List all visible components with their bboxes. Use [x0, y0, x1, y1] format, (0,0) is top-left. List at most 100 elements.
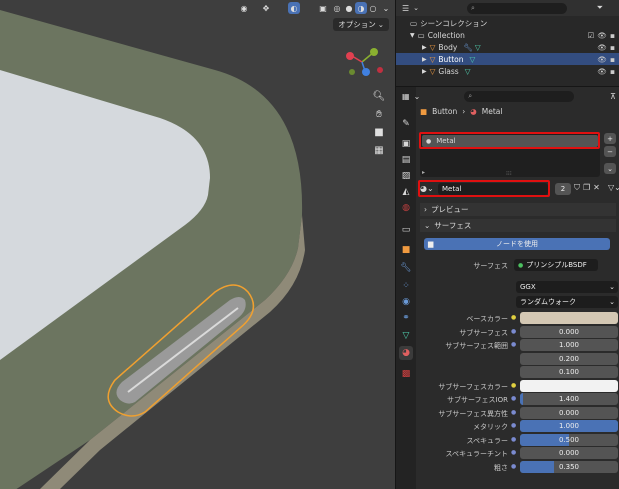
zoom-icon[interactable]: 🔍︎	[372, 89, 386, 103]
use-nodes-button[interactable]: ▆ ノードを使用	[424, 238, 610, 250]
shader-input-field[interactable]	[520, 379, 618, 392]
shader-input-field[interactable]: 0.100	[520, 366, 618, 378]
outliner-item-label: Glass	[438, 66, 459, 76]
expand-icon[interactable]: ▸	[422, 169, 425, 176]
camera-icon[interactable]: ▪	[610, 31, 615, 40]
eye-icon[interactable]: 👁︎	[597, 31, 607, 40]
shader-input-field[interactable]: 1.400	[520, 393, 618, 405]
surface-shader-field[interactable]: ● プリンシプルBSDF	[514, 259, 598, 271]
shader-input-label: メタリック	[473, 423, 508, 431]
shader-input-field[interactable]: 0.000	[520, 406, 618, 419]
socket-dot-icon[interactable]: ●	[511, 436, 516, 443]
remove-slot-button[interactable]: −	[604, 146, 616, 157]
shader-input-field[interactable]: 0.500	[520, 433, 618, 446]
mesh-data-icon: ▽	[469, 54, 476, 64]
subsurface-method-select[interactable]: ランダムウォーク ⌄	[516, 296, 618, 308]
scene-render[interactable]	[0, 0, 395, 489]
shading-solid-icon[interactable]: ●	[343, 2, 355, 14]
tab-particles[interactable]: ⁘	[399, 279, 413, 293]
socket-dot-icon[interactable]: ●	[511, 422, 516, 429]
checkbox-icon[interactable]: ☑	[588, 31, 595, 40]
expand-icon[interactable]: ▶	[422, 44, 427, 51]
camera-icon[interactable]: ▪	[610, 43, 615, 52]
fake-user-shield-icon[interactable]: ⛉	[574, 183, 580, 193]
chevron-down-icon[interactable]: ⌄	[414, 92, 421, 101]
xray-icon[interactable]: ▣	[317, 2, 329, 14]
resize-grip-icon[interactable]: ⁝⁝⁝	[506, 170, 512, 177]
outliner-header: ☰ ⌄ ⌕ ⏷	[396, 0, 619, 16]
camera-icon[interactable]: ▪	[610, 55, 615, 64]
user-count-button[interactable]: 2	[555, 183, 571, 195]
tab-render[interactable]: ▣	[399, 137, 413, 151]
pan-hand-icon[interactable]: ✋︎	[372, 107, 386, 121]
options-button[interactable]: オプション ⌄	[333, 18, 389, 31]
socket-dot-icon[interactable]: ●	[511, 328, 516, 335]
eye-icon[interactable]: 👁︎	[597, 55, 607, 64]
tab-physics[interactable]: ◉	[399, 295, 413, 309]
socket-dot-icon[interactable]: ●	[511, 382, 516, 389]
surface-panel-header[interactable]: ⌄ サーフェス	[420, 219, 616, 232]
shader-input-field[interactable]: 0.200	[520, 352, 618, 365]
tab-world[interactable]: ◍	[399, 201, 413, 215]
slot-specials-button[interactable]: ⌄	[604, 163, 616, 174]
expand-icon[interactable]: ▶	[422, 68, 427, 75]
shader-input-field[interactable]: 0.350	[520, 460, 618, 473]
tab-texture[interactable]: ▩	[399, 367, 413, 381]
outliner-item-button[interactable]: ▶ ▽ Button ▽ 👁︎ ▪	[396, 53, 619, 65]
properties-search-input[interactable]: ⌕	[464, 91, 575, 102]
pin-icon[interactable]: ⊼	[610, 92, 616, 101]
tab-scene[interactable]: ◭	[399, 185, 413, 199]
expand-icon[interactable]: ▼	[410, 32, 415, 39]
tab-collection[interactable]: ▭	[399, 223, 413, 237]
unlink-close-icon[interactable]: ✕	[593, 183, 600, 193]
navigation-gizmo[interactable]	[342, 42, 388, 80]
outliner-item-body[interactable]: ▶ ▽ Body 🔧︎ ▽ 👁︎ ▪	[396, 41, 619, 53]
socket-dot-icon[interactable]: ●	[511, 341, 516, 348]
shading-rendered-icon[interactable]: ○	[367, 2, 379, 14]
expand-icon[interactable]: ▶	[422, 56, 427, 63]
grid-toggle-icon[interactable]: ▦	[372, 143, 386, 157]
filter-icon[interactable]: ⏷	[597, 3, 603, 13]
scene-collection-row[interactable]: ▭ シーンコレクション	[396, 17, 619, 29]
shading-wireframe-icon[interactable]: ◎	[331, 2, 343, 14]
socket-dot-icon[interactable]: ●	[511, 463, 516, 470]
tab-data[interactable]: ▽	[399, 329, 413, 343]
shader-input-field[interactable]: 0.000	[520, 447, 618, 459]
tab-output[interactable]: ▤	[399, 153, 413, 167]
shader-input-field[interactable]: 0.000	[520, 325, 618, 338]
camera-icon[interactable]: ■	[372, 125, 386, 139]
duplicate-icon[interactable]: ❐	[583, 183, 590, 193]
add-slot-button[interactable]: +	[604, 133, 616, 144]
tab-tool[interactable]: ✎	[399, 117, 413, 131]
shader-input-field[interactable]	[520, 312, 618, 324]
camera-icon[interactable]: ▪	[610, 67, 615, 76]
outliner-search-input[interactable]: ⌕	[467, 2, 568, 14]
shader-input-field[interactable]: 1.000	[520, 339, 618, 351]
preview-panel-header[interactable]: › プレビュー	[420, 203, 616, 216]
overlays-icon[interactable]: ◐	[288, 2, 300, 14]
socket-dot-icon[interactable]: ●	[511, 395, 516, 402]
tab-modifiers[interactable]: 🔧︎	[399, 261, 413, 275]
view-object-types-icon[interactable]: ◉	[238, 2, 250, 14]
collection-row[interactable]: ▼ ▭ Collection ☑ 👁︎ ▪	[396, 29, 619, 41]
gizmo-toggle-icon[interactable]: ✥	[260, 2, 272, 14]
chevron-down-icon[interactable]: ⌄	[413, 4, 419, 12]
outliner-item-glass[interactable]: ▶ ▽ Glass ▽ 👁︎ ▪	[396, 65, 619, 77]
display-mode-icon[interactable]: ☰	[402, 4, 409, 13]
3d-viewport[interactable]: ◉ ✥ ◐ ▣ ◎ ● ◑ ○ ⌄ オプション ⌄ 🔍︎ ✋︎ ■ ▦	[0, 0, 395, 489]
shading-dropdown-icon[interactable]: ⌄	[380, 2, 392, 14]
socket-dot-icon[interactable]: ●	[511, 449, 516, 456]
tab-constraints[interactable]: ⚭	[399, 311, 413, 325]
socket-dot-icon[interactable]: ●	[511, 409, 516, 416]
eye-icon[interactable]: 👁︎	[597, 43, 607, 52]
tab-view-layer[interactable]: ▨	[399, 169, 413, 183]
eye-icon[interactable]: 👁︎	[597, 67, 607, 76]
editor-type-icon[interactable]: ▦	[402, 92, 410, 101]
link-mode-icon[interactable]: ▽⌄	[608, 183, 619, 192]
distribution-select[interactable]: GGX ⌄	[516, 281, 618, 293]
tab-material[interactable]: ◕	[399, 346, 413, 360]
shader-input-field[interactable]: 1.000	[520, 420, 618, 432]
shading-material-icon[interactable]: ◑	[355, 2, 367, 14]
socket-dot-icon[interactable]: ●	[511, 314, 516, 321]
tab-object[interactable]: ■	[399, 243, 413, 257]
